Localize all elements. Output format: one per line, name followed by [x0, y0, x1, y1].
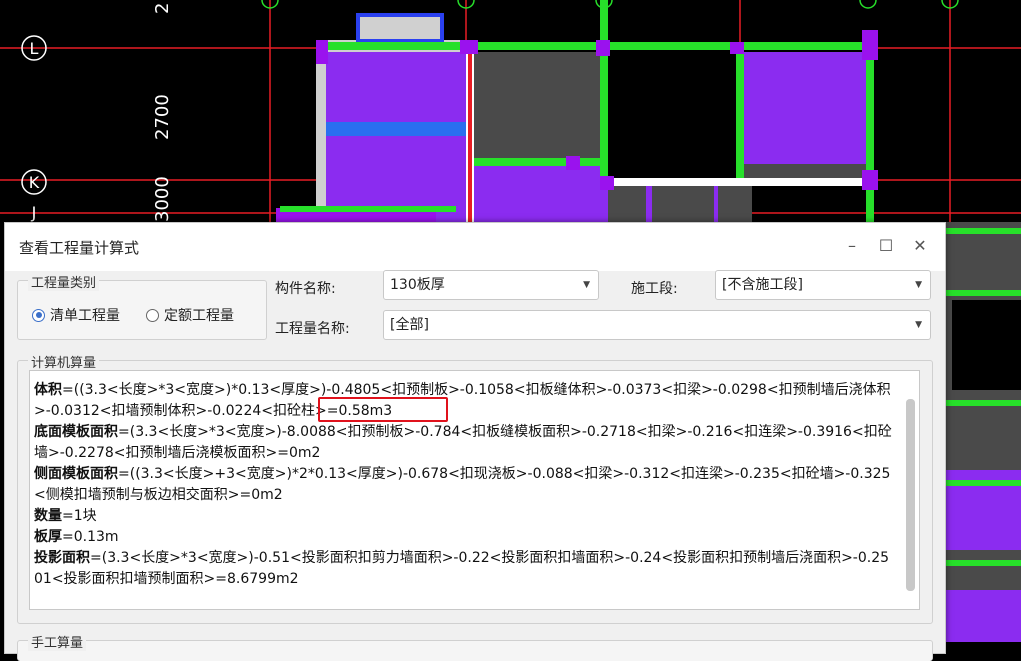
dimension-text-2700: 2700 [152, 94, 173, 140]
minimize-button[interactable]: – [837, 233, 867, 259]
qty-category-legend: 工程量类别 [28, 272, 100, 291]
qty-name-select[interactable]: [全部] ▼ [383, 310, 931, 340]
construction-stage-label: 施工段: [631, 281, 678, 297]
formula-expr-thickness: =0.13m [62, 529, 119, 545]
formula-expr-bottom-formwork: =(3.3<长度>*3<宽度>)-8.0088<扣预制板>-0.784<扣板缝模… [34, 424, 892, 461]
axis-label-L: L [30, 39, 39, 58]
qty-category-group: 工程量类别 清单工程量 定额工程量 [17, 272, 267, 340]
formula-expr-side-formwork: =((3.3<长度>+3<宽度>)*2*0.13<厚度>)-0.678<扣现浇板… [34, 466, 891, 503]
calc-formula-dialog: 查看工程量计算式 – ☐ ✕ 工程量类别 清单工程量 定额工程量 构件名称: 1… [4, 222, 946, 661]
component-name-value: 130板厚 [390, 277, 445, 293]
formula-expr-volume: =((3.3<长度>*3<宽度>)*0.13<厚度>)-0.4805<扣预制板>… [34, 382, 891, 419]
formula-expr-projected-area: =(3.3<长度>*3<宽度>)-0.51<投影面积扣剪力墙面积>-0.22<投… [34, 550, 890, 587]
close-button[interactable]: ✕ [905, 233, 935, 259]
computer-calc-legend: 计算机算量 [28, 352, 100, 371]
construction-stage-select[interactable]: [不含施工段] ▼ [715, 270, 931, 300]
formula-name-projected-area: 投影面积 [34, 550, 90, 566]
formula-name-thickness: 板厚 [34, 529, 62, 545]
dimension-text-3000: 3000 [152, 176, 173, 222]
formula-name-bottom-formwork: 底面模板面积 [34, 424, 118, 440]
axis-label-K: K [29, 173, 40, 192]
dimension-text-top: 2 [152, 3, 173, 14]
chevron-down-icon: ▼ [915, 320, 922, 330]
formula-name-side-formwork: 侧面模板面积 [34, 466, 118, 482]
manual-calc-group: 手工算量 [17, 632, 933, 661]
vertical-scrollbar[interactable] [906, 399, 915, 591]
dialog-titlebar[interactable]: 查看工程量计算式 – ☐ ✕ [5, 223, 945, 271]
formula-text: 体积=((3.3<长度>*3<宽度>)*0.13<厚度>)-0.4805<扣预制… [34, 380, 896, 590]
radio-quota-qty-dot[interactable] [146, 308, 159, 322]
qty-name-label: 工程量名称: [275, 321, 350, 337]
radio-bill-qty-dot[interactable] [32, 308, 45, 322]
dimension-labels: 2 2700 3000 [152, 3, 173, 222]
maximize-button[interactable]: ☐ [871, 233, 901, 259]
construction-stage-value: [不含施工段] [722, 277, 803, 293]
axis-label-J: J [31, 203, 37, 222]
radio-quota-qty[interactable]: 定额工程量 [146, 305, 234, 325]
formula-name-count: 数量 [34, 508, 62, 524]
qty-name-value: [全部] [390, 317, 429, 333]
radio-bill-qty-label: 清单工程量 [50, 308, 120, 324]
radio-bill-qty[interactable]: 清单工程量 [32, 305, 120, 325]
formula-expr-count: =1块 [62, 508, 97, 524]
component-name-select[interactable]: 130板厚 ▼ [383, 270, 599, 300]
formula-name-volume: 体积 [34, 382, 62, 398]
chevron-down-icon: ▼ [583, 280, 590, 290]
component-name-label: 构件名称: [275, 281, 336, 297]
scrollbar-thumb[interactable] [906, 399, 915, 591]
dialog-title: 查看工程量计算式 [19, 239, 140, 257]
formula-textarea[interactable]: 体积=((3.3<长度>*3<宽度>)*0.13<厚度>)-0.4805<扣预制… [29, 370, 920, 610]
chevron-down-icon: ▼ [915, 280, 922, 290]
highlight-annotation-box [318, 397, 448, 422]
radio-quota-qty-label: 定额工程量 [164, 308, 234, 324]
